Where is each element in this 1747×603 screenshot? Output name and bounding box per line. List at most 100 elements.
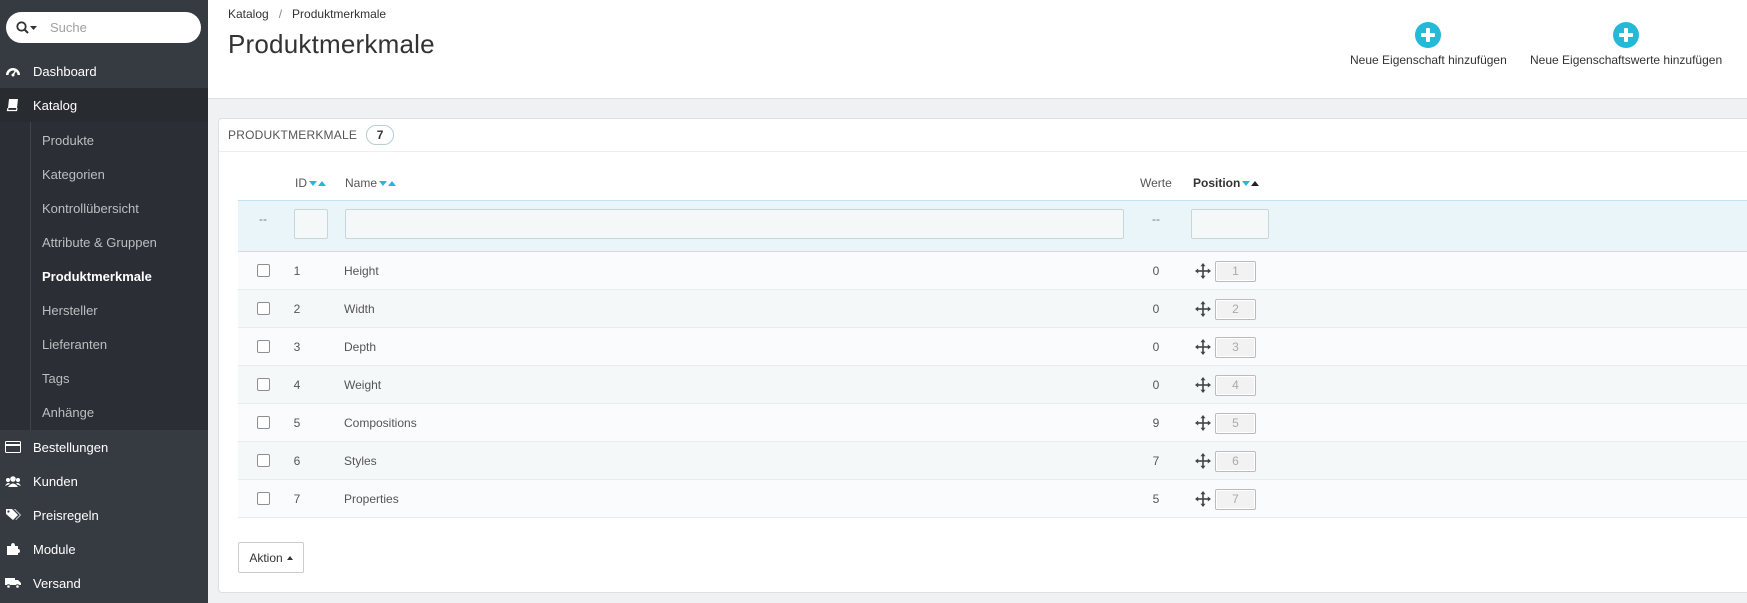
cell-values: 9	[1152, 416, 1160, 430]
filter-select-placeholder: --	[259, 212, 267, 226]
book-icon	[3, 88, 23, 122]
sort-controls	[309, 180, 326, 186]
truck-icon	[3, 566, 23, 600]
cell-name: Weight	[344, 378, 382, 392]
sort-asc-icon[interactable]	[1251, 180, 1260, 186]
cell-id: 1	[293, 264, 301, 278]
add-feature-label: Neue Eigenschaft hinzufügen	[1350, 53, 1507, 67]
filter-values-placeholder: --	[1152, 212, 1160, 226]
add-feature-value-label: Neue Eigenschaftswerte hinzufügen	[1530, 53, 1723, 67]
bulk-action-button[interactable]: Aktion	[238, 542, 304, 573]
position-value: 7	[1215, 489, 1256, 510]
sidebar-item-katalog[interactable]: Katalog	[0, 88, 208, 122]
table-row[interactable]: 2 Width 0 2	[238, 290, 1747, 328]
row-checkbox[interactable]	[257, 302, 270, 315]
cell-name: Compositions	[344, 416, 417, 430]
sort-desc-icon[interactable]	[379, 180, 388, 186]
sidebar-subitem-anhaenge[interactable]: Anhänge	[0, 395, 208, 429]
cell-id: 4	[293, 378, 301, 392]
cell-values: 7	[1152, 454, 1160, 468]
drag-move-icon[interactable]	[1195, 415, 1211, 431]
search-type-dropdown[interactable]	[6, 12, 50, 43]
column-label: Name	[345, 176, 378, 190]
drag-move-icon[interactable]	[1195, 301, 1211, 317]
sidebar-item-dashboard[interactable]: Dashboard	[0, 54, 208, 88]
table-row[interactable]: 5 Compositions 9 5	[238, 404, 1747, 442]
dashboard-icon	[3, 54, 23, 88]
position-value: 2	[1215, 299, 1256, 320]
filter-position-input[interactable]	[1191, 209, 1269, 239]
sidebar-subitem-tags[interactable]: Tags	[0, 361, 208, 395]
column-header-values: Werte	[1140, 176, 1172, 190]
sidebar-subitem-kategorien[interactable]: Kategorien	[0, 157, 208, 191]
sidebar-item-label: Preisregeln	[33, 507, 99, 523]
table-row[interactable]: 6 Styles 7 6	[238, 442, 1747, 480]
cell-values: 5	[1152, 492, 1160, 506]
row-checkbox[interactable]	[257, 264, 270, 277]
sidebar-subitem-produkte[interactable]: Produkte	[0, 123, 208, 157]
sidebar-subitem-produktmerkmale[interactable]: Produktmerkmale	[0, 259, 208, 293]
add-circle-icon	[1415, 22, 1442, 48]
caret-up-icon	[286, 555, 293, 560]
breadcrumb-parent[interactable]: Katalog	[228, 7, 269, 21]
drag-move-icon[interactable]	[1195, 491, 1211, 507]
sidebar-item-module[interactable]: Module	[0, 532, 208, 566]
cell-values: 0	[1152, 340, 1160, 354]
cell-id: 7	[293, 492, 301, 506]
add-feature-value-button[interactable]: Neue Eigenschaftswerte hinzufügen	[1530, 22, 1722, 67]
column-header-position: Position	[1193, 176, 1260, 190]
sidebar-item-label: Katalog	[33, 97, 78, 113]
drag-move-icon[interactable]	[1195, 263, 1211, 279]
row-checkbox[interactable]	[257, 492, 270, 505]
sort-desc-icon[interactable]	[1242, 180, 1251, 186]
position-value: 4	[1215, 375, 1256, 396]
panel-title: PRODUKTMERKMALE	[228, 128, 358, 142]
table-row[interactable]: 3 Depth 0 3	[238, 328, 1747, 366]
cell-id: 6	[293, 454, 301, 468]
sidebar-nav: Dashboard Katalog Produkte Kategorien Ko…	[0, 54, 208, 600]
search-input[interactable]	[50, 12, 180, 43]
cell-name: Width	[344, 302, 375, 316]
add-feature-button[interactable]: Neue Eigenschaft hinzufügen	[1350, 22, 1507, 67]
cell-values: 0	[1152, 264, 1160, 278]
row-checkbox[interactable]	[257, 416, 270, 429]
table-row[interactable]: 1 Height 0 1	[238, 252, 1747, 290]
count-badge: 7	[366, 125, 395, 145]
drag-move-icon[interactable]	[1195, 453, 1211, 469]
filter-id-input[interactable]	[294, 209, 328, 239]
drag-move-icon[interactable]	[1195, 377, 1211, 393]
sidebar-item-kunden[interactable]: Kunden	[0, 464, 208, 498]
filter-name-input[interactable]	[345, 209, 1124, 239]
bulk-action-label: Aktion	[249, 550, 283, 565]
sidebar-item-preisregeln[interactable]: Preisregeln	[0, 498, 208, 532]
sidebar: Dashboard Katalog Produkte Kategorien Ko…	[0, 0, 208, 603]
sidebar-subitem-attribute-gruppen[interactable]: Attribute & Gruppen	[0, 225, 208, 259]
page-title: Produktmerkmale	[228, 29, 435, 59]
row-checkbox[interactable]	[257, 340, 270, 353]
sort-desc-icon[interactable]	[309, 180, 317, 186]
position-value: 1	[1215, 261, 1256, 282]
cell-name: Height	[344, 264, 379, 278]
sort-asc-icon[interactable]	[318, 180, 326, 186]
sidebar-item-versand[interactable]: Versand	[0, 566, 208, 600]
cell-id: 3	[293, 340, 301, 354]
sidebar-subitem-hersteller[interactable]: Hersteller	[0, 293, 208, 327]
puzzle-icon	[3, 532, 23, 566]
table-row[interactable]: 4 Weight 0 4	[238, 366, 1747, 404]
table-row[interactable]: 7 Properties 5 7	[238, 480, 1747, 518]
search-icon	[16, 20, 37, 34]
row-checkbox[interactable]	[257, 454, 270, 467]
drag-move-icon[interactable]	[1195, 339, 1211, 355]
row-checkbox[interactable]	[257, 378, 270, 391]
sidebar-item-bestellungen[interactable]: Bestellungen	[0, 430, 208, 464]
breadcrumb-current: Produktmerkmale	[292, 7, 387, 21]
column-label: Werte	[1140, 176, 1172, 190]
add-circle-icon	[1613, 22, 1640, 48]
sidebar-submenu-katalog: Produkte Kategorien Kontrollübersicht At…	[0, 122, 208, 430]
tags-icon	[3, 498, 23, 532]
sidebar-item-label: Module	[33, 541, 76, 557]
sidebar-subitem-kontrolluebersicht[interactable]: Kontrollübersicht	[0, 191, 208, 225]
sort-asc-icon[interactable]	[388, 180, 397, 186]
sidebar-subitem-lieferanten[interactable]: Lieferanten	[0, 327, 208, 361]
breadcrumb-separator: /	[278, 7, 283, 21]
